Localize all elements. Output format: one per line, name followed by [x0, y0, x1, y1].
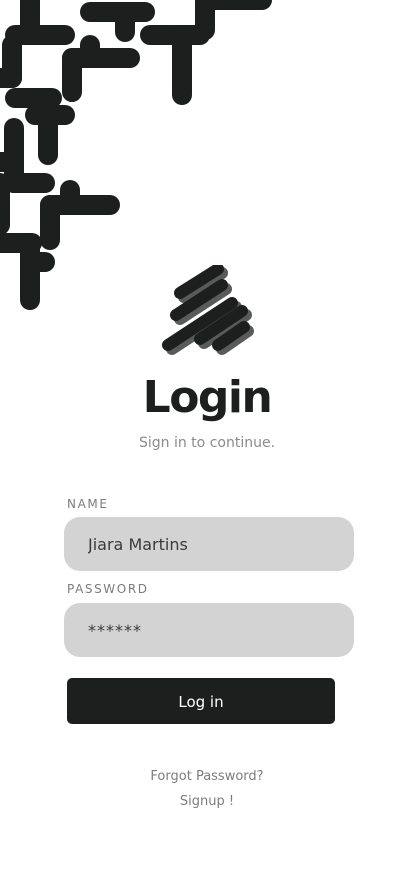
page-subtitle: Sign in to continue. [138, 435, 276, 451]
name-label: NAME [67, 497, 109, 511]
page-title: Login [142, 372, 273, 423]
login-button[interactable]: Log in [67, 678, 335, 724]
password-label: PASSWORD [67, 582, 149, 596]
password-input[interactable] [64, 603, 354, 657]
login-screen: Login Sign in to continue. NAME PASSWORD… [0, 0, 414, 896]
diagonal-stripes-logo [162, 265, 254, 355]
name-input[interactable] [64, 517, 354, 571]
signup-link[interactable]: Signup ! [0, 793, 414, 811]
forgot-password-link[interactable]: Forgot Password? [0, 768, 414, 786]
